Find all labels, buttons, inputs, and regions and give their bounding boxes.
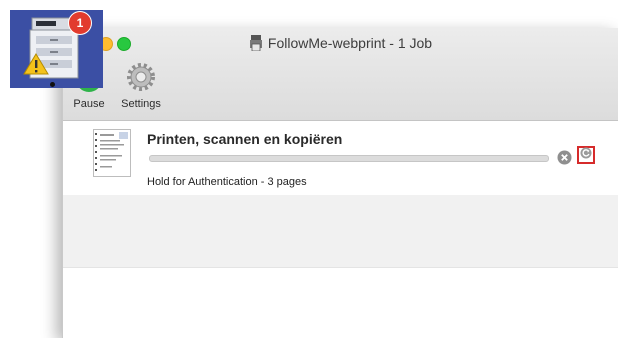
document-thumbnail-icon [93,129,131,177]
cancel-icon [557,150,572,169]
window-title: FollowMe-webprint - 1 Job [267,35,433,51]
settings-button[interactable]: Settings [115,61,167,110]
job-name: Printen, scannen en kopiëren [147,131,343,147]
resume-icon [580,146,592,164]
app-running-indicator [50,82,55,87]
job-row[interactable]: Printen, scannen en kopiëren Hold for Au… [63,121,618,195]
window-title-area: FollowMe-webprint - 1 Job [63,35,618,54]
printer-dock-icon[interactable]: 1 [10,10,103,88]
pause-label: Pause [73,98,105,110]
empty-list-row [63,267,618,338]
resume-job-button[interactable] [577,146,595,164]
gear-icon [125,61,157,96]
empty-list-row [63,195,618,267]
printer-icon [249,35,262,54]
title-bar: FollowMe-webprint - 1 Job Pause Settings [63,28,618,121]
print-queue-window: FollowMe-webprint - 1 Job Pause Settings… [62,28,618,338]
job-count-badge: 1 [69,12,91,34]
cancel-job-button[interactable] [557,150,572,165]
job-status: Hold for Authentication - 3 pages [147,176,307,188]
job-progress-bar [149,155,549,162]
warning-icon [23,53,49,80]
settings-label: Settings [121,98,161,110]
job-list: Printen, scannen en kopiëren Hold for Au… [63,121,618,338]
